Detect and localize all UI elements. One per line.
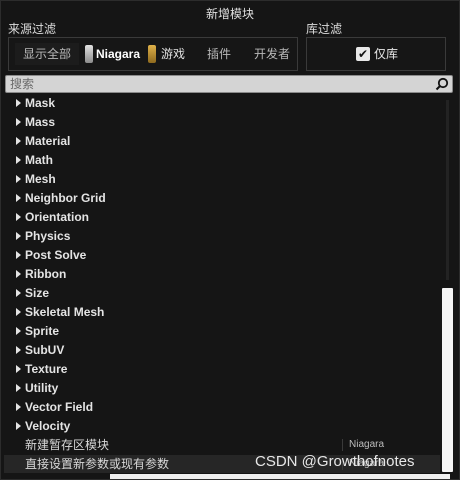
filter-show-all-button[interactable]: 显示全部 <box>15 43 79 65</box>
category-label: Utility <box>25 381 59 395</box>
category-item[interactable]: Math <box>4 151 440 170</box>
column-divider <box>342 439 343 451</box>
module-category-list: Mask Mass Material Math Mesh Neighbor Grid Ori… <box>4 94 440 435</box>
category-item[interactable]: Material <box>4 132 440 151</box>
list-item[interactable]: 新建暂存区模块 Niagara <box>4 436 440 454</box>
category-label: Velocity <box>25 419 71 433</box>
filter-game-button[interactable]: 游戏 <box>146 43 188 65</box>
category-label: Physics <box>25 229 71 243</box>
library-filter-group: ✔ 仅库 <box>306 37 446 71</box>
scrollbar-track <box>446 100 449 280</box>
category-item[interactable]: Neighbor Grid <box>4 189 440 208</box>
expand-arrow-icon[interactable] <box>16 232 21 240</box>
category-label: Texture <box>25 362 68 376</box>
category-item[interactable]: Skeletal Mesh <box>4 303 440 322</box>
category-item[interactable]: Mask <box>4 94 440 113</box>
expand-arrow-icon[interactable] <box>16 403 21 411</box>
new-scratch-module-label: 新建暂存区模块 <box>25 438 110 452</box>
library-only-checkbox[interactable]: ✔ <box>356 47 370 61</box>
game-swatch-icon <box>148 45 156 63</box>
expand-arrow-icon[interactable] <box>16 118 21 126</box>
expand-arrow-icon[interactable] <box>16 346 21 354</box>
category-item[interactable]: Texture <box>4 360 440 379</box>
library-filter-label: 库过滤 <box>306 22 343 36</box>
category-label: Math <box>25 153 53 167</box>
category-label: Sprite <box>25 324 60 338</box>
expand-arrow-icon[interactable] <box>16 422 21 430</box>
category-item[interactable]: Sprite <box>4 322 440 341</box>
category-item[interactable]: SubUV <box>4 341 440 360</box>
expand-arrow-icon[interactable] <box>16 137 21 145</box>
expand-arrow-icon[interactable] <box>16 365 21 373</box>
filter-game-label: 游戏 <box>160 47 185 61</box>
filter-niagara-button[interactable]: Niagara <box>83 43 141 65</box>
category-item[interactable]: Size <box>4 284 440 303</box>
expand-arrow-icon[interactable] <box>16 270 21 278</box>
niagara-swatch-icon <box>85 45 93 63</box>
search-bar <box>5 75 453 93</box>
expand-arrow-icon[interactable] <box>16 289 21 297</box>
source-filter-group: 显示全部 Niagara 游戏 插件 开发者 <box>8 37 298 71</box>
horizontal-scrollbar[interactable] <box>110 474 450 479</box>
category-label: Skeletal Mesh <box>25 305 105 319</box>
expand-arrow-icon[interactable] <box>16 99 21 107</box>
expand-arrow-icon[interactable] <box>16 156 21 164</box>
category-label: Post Solve <box>25 248 87 262</box>
category-item[interactable]: Utility <box>4 379 440 398</box>
filter-plugin-button[interactable]: 插件 <box>199 43 239 65</box>
search-input[interactable] <box>10 76 430 92</box>
expand-arrow-icon[interactable] <box>16 251 21 259</box>
expand-arrow-icon[interactable] <box>16 194 21 202</box>
category-item[interactable]: Mass <box>4 113 440 132</box>
expand-arrow-icon[interactable] <box>16 384 21 392</box>
category-item[interactable]: Orientation <box>4 208 440 227</box>
category-item[interactable]: Ribbon <box>4 265 440 284</box>
filter-developer-button[interactable]: 开发者 <box>249 43 295 65</box>
category-label: Orientation <box>25 210 90 224</box>
category-item[interactable]: Mesh <box>4 170 440 189</box>
expand-arrow-icon[interactable] <box>16 175 21 183</box>
expand-arrow-icon[interactable] <box>16 213 21 221</box>
category-label: Mass <box>25 115 56 129</box>
category-label: Material <box>25 134 71 148</box>
vertical-scrollbar-thumb[interactable] <box>442 288 453 472</box>
source-filter-label: 来源过滤 <box>8 22 57 36</box>
filter-niagara-label: Niagara <box>95 47 141 61</box>
library-only-label[interactable]: 仅库 <box>374 45 398 63</box>
category-label: Mesh <box>25 172 56 186</box>
source-label: Niagara <box>349 439 385 450</box>
category-item[interactable]: Velocity <box>4 417 440 435</box>
category-label: Mask <box>25 96 56 110</box>
category-item[interactable]: Physics <box>4 227 440 246</box>
watermark: CSDN @Growthofnotes <box>255 453 415 470</box>
search-icon[interactable] <box>435 77 449 91</box>
expand-arrow-icon[interactable] <box>16 327 21 335</box>
category-label: Neighbor Grid <box>25 191 106 205</box>
expand-arrow-icon[interactable] <box>16 308 21 316</box>
category-label: Ribbon <box>25 267 67 281</box>
category-item[interactable]: Post Solve <box>4 246 440 265</box>
category-label: SubUV <box>25 343 65 357</box>
set-parameter-label: 直接设置新参数或现有参数 <box>25 457 170 471</box>
category-label: Vector Field <box>25 400 94 414</box>
category-item[interactable]: Vector Field <box>4 398 440 417</box>
dialog-title: 新增模块 <box>205 7 254 21</box>
category-label: Size <box>25 286 50 300</box>
